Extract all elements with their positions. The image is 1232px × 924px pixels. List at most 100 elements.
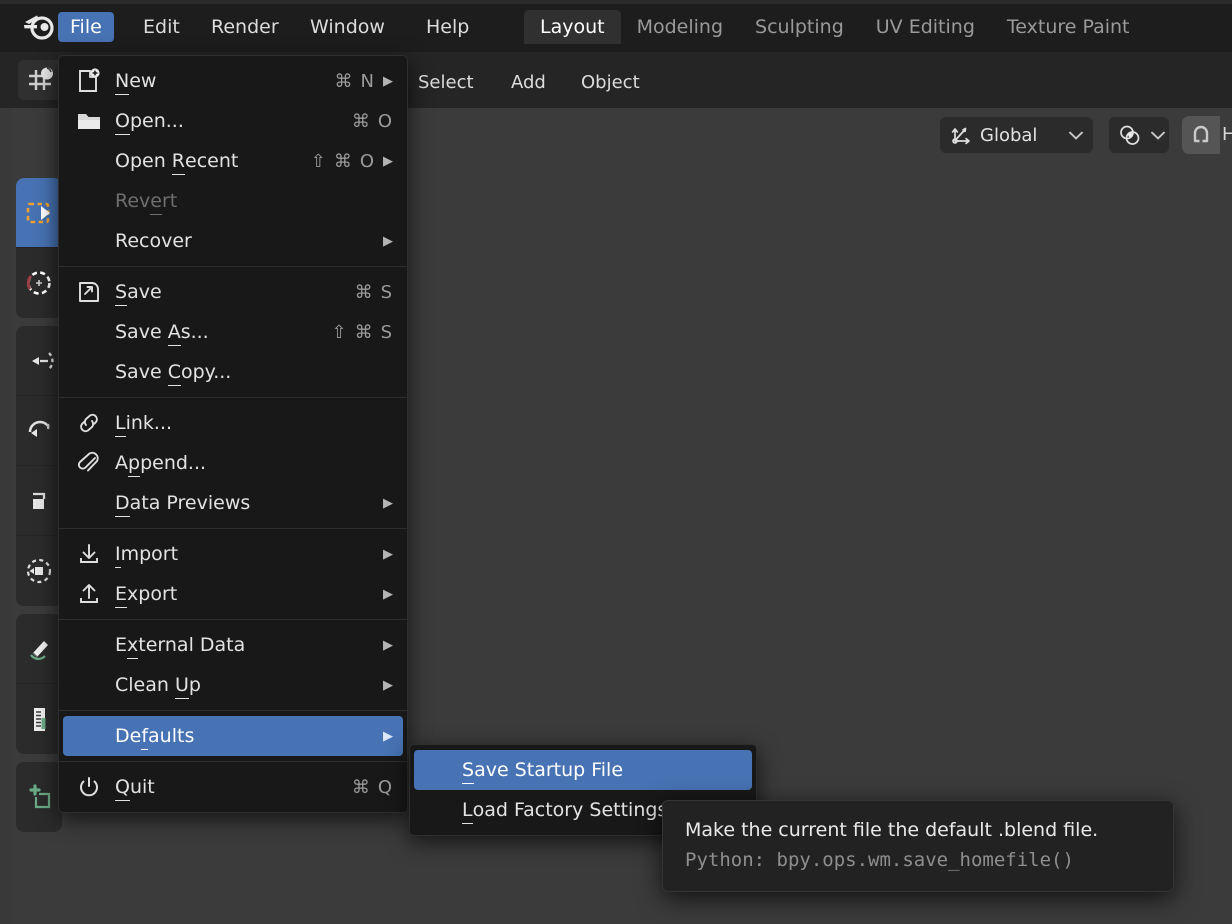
- menu-item-new-label: New: [115, 70, 157, 92]
- tool-group-1: [16, 178, 62, 318]
- menu-item-data-previews[interactable]: Data Previews ▶: [63, 483, 403, 523]
- menu-item-open-shortcut: ⌘ O: [351, 110, 393, 132]
- menu-help[interactable]: Help: [414, 12, 481, 42]
- add-cube-icon: [23, 781, 55, 813]
- tab-uv-editing[interactable]: UV Editing: [860, 10, 991, 44]
- menu-window[interactable]: Window: [298, 12, 397, 42]
- menu-file[interactable]: File: [58, 12, 114, 42]
- menu-item-open-recent[interactable]: Open Recent ⇧ ⌘ O ▶: [63, 141, 403, 181]
- menu-separator: [59, 528, 407, 529]
- menu-item-export[interactable]: Export ▶: [63, 574, 403, 614]
- menu-item-open-recent-label: Open Recent: [115, 150, 239, 172]
- tab-layout-label: Layout: [540, 16, 605, 38]
- submenu-arrow-icon: ▶: [383, 637, 393, 653]
- tool-measure[interactable]: [16, 684, 62, 754]
- tool-select-box[interactable]: [16, 178, 62, 248]
- menu-item-quit[interactable]: Quit ⌘ Q: [63, 767, 403, 807]
- rotate-icon: [23, 415, 55, 447]
- pivot-point-dropdown[interactable]: [1108, 116, 1170, 154]
- transform-icon: [23, 555, 55, 587]
- cursor-icon: [23, 267, 55, 299]
- menu-item-new-shortcut: ⌘ N: [334, 70, 375, 92]
- tab-texture-paint[interactable]: Texture Paint: [991, 10, 1146, 44]
- menu-item-append-label: Append...: [115, 452, 207, 474]
- tooltip-python: Python: bpy.ops.wm.save_homefile(): [685, 849, 1074, 871]
- menu-item-link[interactable]: Link...: [63, 403, 403, 443]
- export-icon: [63, 582, 115, 606]
- tab-modeling[interactable]: Modeling: [621, 10, 739, 44]
- menu-item-save-startup-file-label: Save Startup File: [462, 759, 624, 781]
- submenu-arrow-icon: ▶: [383, 153, 393, 169]
- menu-item-import[interactable]: Import ▶: [63, 534, 403, 574]
- snap-toggle-button[interactable]: [1182, 116, 1220, 154]
- submenu-arrow-icon: ▶: [383, 495, 393, 511]
- magnet-icon: [1189, 123, 1213, 147]
- tab-sculpting-label: Sculpting: [755, 16, 844, 38]
- transform-orientation-dropdown[interactable]: Global: [939, 116, 1094, 154]
- blender-logo-icon[interactable]: [22, 14, 56, 40]
- menu-item-defaults[interactable]: Defaults ▶: [63, 716, 403, 756]
- scale-icon: [23, 485, 55, 517]
- menu-item-revert: Revert: [63, 181, 403, 221]
- menu-item-export-label: Export: [115, 583, 178, 605]
- header-menu-select-label: Select: [418, 72, 474, 93]
- menu-item-import-label: Import: [115, 543, 179, 565]
- menu-window-label: Window: [310, 16, 385, 38]
- menu-item-external-data[interactable]: External Data ▶: [63, 625, 403, 665]
- menu-render-label: Render: [211, 16, 279, 38]
- tool-transform[interactable]: [16, 536, 62, 606]
- workspace-tabs: Layout Modeling Sculpting UV Editing Tex…: [524, 10, 1146, 44]
- paperclip-icon: [63, 451, 115, 475]
- header-menu-select[interactable]: Select: [418, 72, 474, 93]
- menu-item-save-startup-file[interactable]: Save Startup File: [414, 750, 752, 790]
- import-icon: [63, 542, 115, 566]
- menu-item-new[interactable]: New ⌘ N ▶: [63, 61, 403, 101]
- header-menu-object[interactable]: Object: [581, 72, 640, 93]
- tool-group-2: [16, 326, 62, 606]
- menu-item-append[interactable]: Append...: [63, 443, 403, 483]
- tab-layout[interactable]: Layout: [524, 10, 621, 44]
- menu-item-open[interactable]: Open... ⌘ O: [63, 101, 403, 141]
- menu-item-clean-up[interactable]: Clean Up ▶: [63, 665, 403, 705]
- tool-add-cube[interactable]: [16, 762, 62, 832]
- menu-render[interactable]: Render: [199, 12, 291, 42]
- menu-item-recover-label: Recover: [115, 230, 192, 252]
- tab-texture-paint-label: Texture Paint: [1006, 16, 1130, 38]
- menu-separator: [59, 619, 407, 620]
- folder-icon: [63, 110, 115, 132]
- tool-cursor[interactable]: [16, 248, 62, 318]
- menu-edit-label: Edit: [143, 16, 180, 38]
- menu-edit[interactable]: Edit: [131, 12, 192, 42]
- tool-group-4: [16, 762, 62, 832]
- tool-annotate[interactable]: [16, 614, 62, 684]
- tab-uv-editing-label: UV Editing: [875, 16, 975, 38]
- tab-sculpting[interactable]: Sculpting: [739, 10, 860, 44]
- orientation-axis-icon: [950, 124, 972, 146]
- menu-item-save-copy-label: Save Copy...: [115, 361, 232, 383]
- menu-item-link-label: Link...: [115, 412, 173, 434]
- menu-separator: [59, 397, 407, 398]
- chevron-down-icon: [1069, 131, 1083, 140]
- menu-item-save-as-label: Save As...: [115, 321, 209, 343]
- menu-item-save-as[interactable]: Save As... ⇧ ⌘ S: [63, 312, 403, 352]
- tooltip: Make the current file the default .blend…: [662, 800, 1174, 892]
- header-menu-add[interactable]: Add: [511, 72, 546, 93]
- menu-item-save-shortcut: ⌘ S: [354, 281, 393, 303]
- menu-item-save-copy[interactable]: Save Copy...: [63, 352, 403, 392]
- annotate-icon: [23, 633, 55, 665]
- menu-item-external-data-label: External Data: [115, 634, 246, 656]
- menu-item-recover[interactable]: Recover ▶: [63, 221, 403, 261]
- tool-move[interactable]: [16, 326, 62, 396]
- tool-rotate[interactable]: [16, 396, 62, 466]
- menu-item-save-label: Save: [115, 281, 162, 303]
- snap-label: H: [1222, 124, 1232, 145]
- topbar: File Edit Render Window Help Layout Mode…: [0, 0, 1232, 52]
- menu-separator: [59, 761, 407, 762]
- menu-item-save[interactable]: Save ⌘ S: [63, 272, 403, 312]
- link-icon: [63, 411, 115, 435]
- menu-separator: [59, 710, 407, 711]
- select-box-icon: [23, 197, 55, 229]
- menu-item-open-recent-shortcut: ⇧ ⌘ O: [310, 150, 375, 172]
- menu-item-open-label: Open...: [115, 110, 184, 132]
- tool-scale[interactable]: [16, 466, 62, 536]
